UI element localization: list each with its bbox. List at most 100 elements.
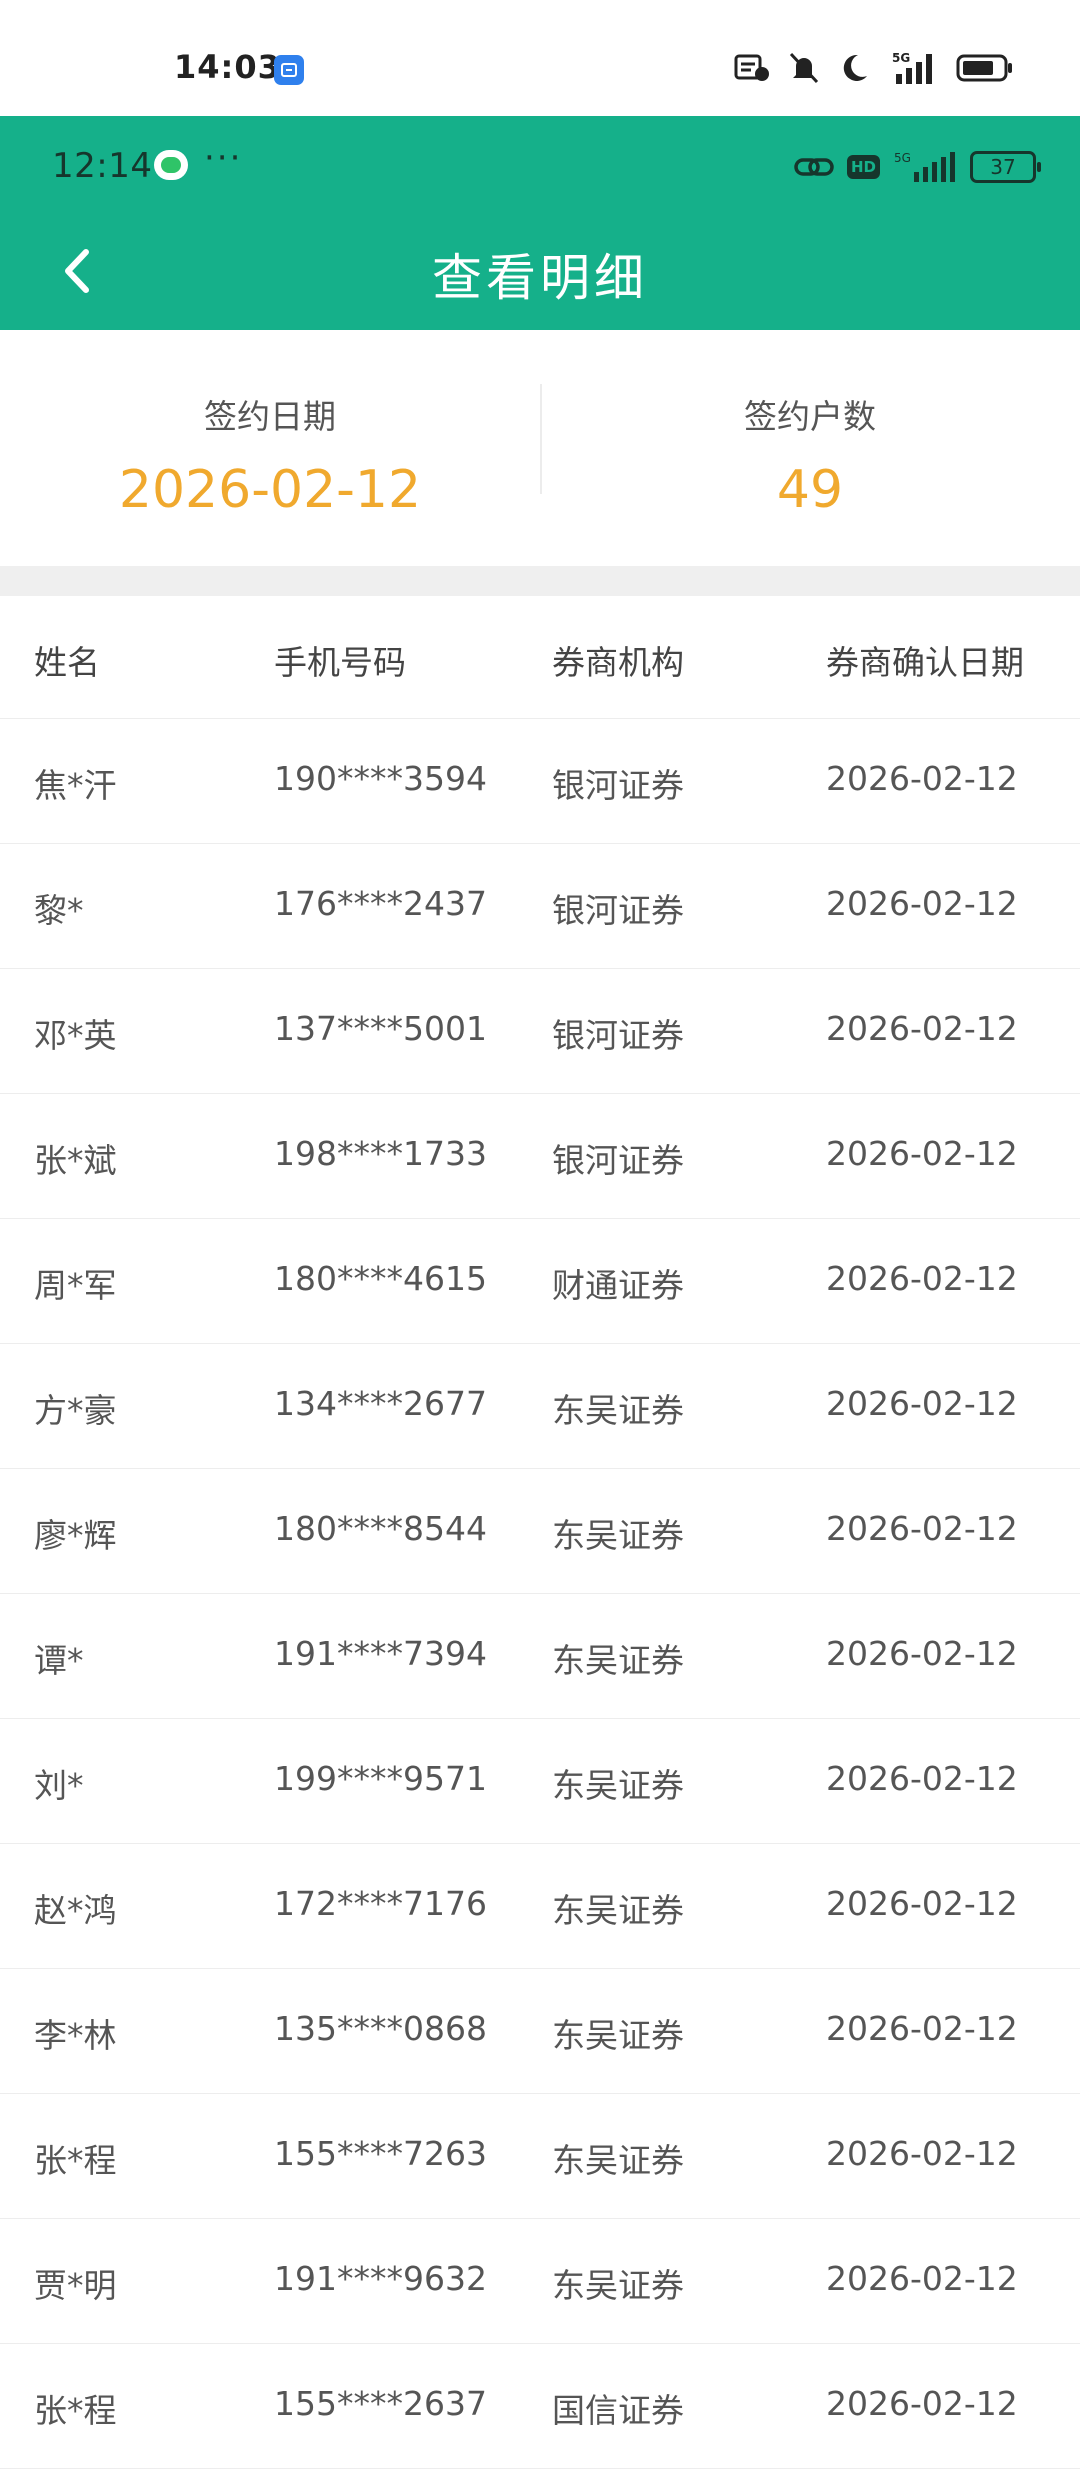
table-row[interactable]: 方*豪 134****2677 东吴证券 2026-02-12 — [0, 1344, 1080, 1469]
cell-confirm-date: 2026-02-12 — [826, 2259, 1018, 2298]
cell-phone: 176****2437 — [274, 884, 487, 923]
cell-broker: 银河证券 — [552, 891, 684, 930]
table-header-row: 姓名 手机号码 券商机构 券商确认日期 — [0, 596, 1080, 719]
table-row[interactable]: 李*林 135****0868 东吴证券 2026-02-12 — [0, 1969, 1080, 2094]
outer-status-time: 14:03 — [174, 48, 281, 86]
sign-count-value: 49 — [776, 460, 844, 520]
cell-phone: 190****3594 — [274, 759, 487, 798]
outer-status-icons: 5G — [734, 50, 1014, 86]
cell-broker: 东吴证券 — [552, 2141, 684, 2180]
cell-phone: 155****2637 — [274, 2384, 487, 2423]
outer-status-bar: 14:03 5G — [0, 0, 1080, 116]
column-header-phone: 手机号码 — [274, 643, 406, 682]
cell-name: 黎* — [34, 891, 84, 930]
cell-broker: 东吴证券 — [552, 1641, 684, 1680]
table-row[interactable]: 贾*明 191****9632 东吴证券 2026-02-12 — [0, 2219, 1080, 2344]
table-row[interactable]: 廖*辉 180****8544 东吴证券 2026-02-12 — [0, 1469, 1080, 1594]
cell-name: 廖*辉 — [34, 1516, 117, 1555]
cell-confirm-date: 2026-02-12 — [826, 1759, 1018, 1798]
section-divider — [0, 566, 1080, 596]
table-row[interactable]: 谭* 191****7394 东吴证券 2026-02-12 — [0, 1594, 1080, 1719]
table-row[interactable]: 焦*汗 190****3594 银河证券 2026-02-12 — [0, 719, 1080, 844]
column-header-broker: 券商机构 — [552, 643, 684, 682]
cell-phone: 135****0868 — [274, 2009, 487, 2048]
cell-name: 谭* — [34, 1641, 84, 1680]
table-row[interactable]: 刘* 199****9571 东吴证券 2026-02-12 — [0, 1719, 1080, 1844]
cell-confirm-date: 2026-02-12 — [826, 2009, 1018, 2048]
cell-name: 张*程 — [34, 2141, 117, 2180]
cell-broker: 东吴证券 — [552, 1766, 684, 1805]
app-header: 12:14 ··· HD 5G 37 查看明细 — [0, 116, 1080, 330]
cell-confirm-date: 2026-02-12 — [826, 1009, 1018, 1048]
battery-level-icon: 37 — [970, 151, 1041, 183]
summary-panel: 签约日期 2026-02-12 签约户数 49 — [0, 330, 1080, 566]
cell-confirm-date: 2026-02-12 — [826, 1509, 1018, 1548]
table-row[interactable]: 张*斌 198****1733 银河证券 2026-02-12 — [0, 1094, 1080, 1219]
page-title: 查看明细 — [432, 249, 648, 307]
cell-name: 焦*汗 — [34, 766, 117, 805]
link-icon — [794, 158, 834, 176]
svg-text:5G: 5G — [892, 51, 910, 65]
inner-status-icons: HD 5G 37 — [793, 150, 1041, 184]
cell-phone: 198****1733 — [274, 1134, 487, 1173]
cell-phone: 199****9571 — [274, 1759, 487, 1798]
cell-confirm-date: 2026-02-12 — [826, 1884, 1018, 1923]
table-row[interactable]: 赵*鸿 172****7176 东吴证券 2026-02-12 — [0, 1844, 1080, 1969]
sign-count-label: 签约户数 — [744, 397, 876, 436]
signal-5g-icon: 5G — [892, 51, 932, 84]
cell-phone: 172****7176 — [274, 1884, 487, 1923]
cell-phone: 180****4615 — [274, 1259, 487, 1298]
cell-name: 邓*英 — [34, 1016, 117, 1055]
cell-name: 贾*明 — [34, 2266, 117, 2305]
signal-icon: 5G — [894, 151, 955, 182]
column-header-confirm-date: 券商确认日期 — [826, 643, 1024, 682]
cell-phone: 191****9632 — [274, 2259, 487, 2298]
table-row[interactable]: 张*程 155****7263 东吴证券 2026-02-12 — [0, 2094, 1080, 2219]
sign-date-label: 签约日期 — [204, 397, 336, 436]
wechat-icon — [154, 150, 188, 180]
mute-bell-icon — [789, 52, 819, 84]
cell-phone: 180****8544 — [274, 1509, 487, 1548]
cell-name: 李*林 — [34, 2016, 117, 2055]
table-body: 焦*汗 190****3594 银河证券 2026-02-12 黎* 176****243… — [0, 719, 1080, 2469]
moon-icon — [843, 54, 867, 81]
cell-name: 刘* — [34, 1766, 84, 1805]
cell-confirm-date: 2026-02-12 — [826, 1134, 1018, 1173]
inner-status-bar: 12:14 ··· HD 5G 37 — [0, 116, 1080, 212]
table-row[interactable]: 黎* 176****2437 银河证券 2026-02-12 — [0, 844, 1080, 969]
cell-confirm-date: 2026-02-12 — [826, 2134, 1018, 2173]
cell-phone: 134****2677 — [274, 1384, 487, 1423]
cell-confirm-date: 2026-02-12 — [826, 2384, 1018, 2423]
cell-phone: 155****7263 — [274, 2134, 487, 2173]
column-header-name: 姓名 — [34, 643, 100, 682]
cell-broker: 东吴证券 — [552, 2016, 684, 2055]
cell-confirm-date: 2026-02-12 — [826, 1259, 1018, 1298]
more-notifications-icon: ··· — [204, 138, 243, 178]
detail-table: 姓名 手机号码 券商机构 券商确认日期 焦*汗 190****3594 银河证券 20… — [0, 596, 1080, 2469]
table-row[interactable]: 邓*英 137****5001 银河证券 2026-02-12 — [0, 969, 1080, 1094]
cell-broker: 东吴证券 — [552, 1391, 684, 1430]
notification-icon — [734, 54, 769, 81]
table-row[interactable]: 张*程 155****2637 国信证券 2026-02-12 — [0, 2344, 1080, 2469]
svg-text:5G: 5G — [894, 151, 911, 165]
nav-bar: 查看明细 — [0, 212, 1080, 330]
cell-confirm-date: 2026-02-12 — [826, 1384, 1018, 1423]
table-row[interactable]: 周*军 180****4615 财通证券 2026-02-12 — [0, 1219, 1080, 1344]
sign-date-value: 2026-02-12 — [118, 460, 422, 520]
cell-phone: 191****7394 — [274, 1634, 487, 1673]
cell-name: 张*斌 — [34, 1141, 117, 1180]
cell-name: 周*军 — [34, 1266, 117, 1305]
inner-status-time: 12:14 — [52, 146, 153, 186]
cell-confirm-date: 2026-02-12 — [826, 1634, 1018, 1673]
cell-broker: 东吴证券 — [552, 1516, 684, 1555]
cell-name: 赵*鸿 — [34, 1891, 117, 1930]
cell-name: 张*程 — [34, 2391, 117, 2430]
cell-broker: 财通证券 — [552, 1266, 684, 1305]
cell-broker: 东吴证券 — [552, 1891, 684, 1930]
hd-icon: HD — [846, 155, 880, 179]
sign-count-summary: 签约户数 49 — [540, 330, 1080, 566]
cell-broker: 银河证券 — [552, 1141, 684, 1180]
app-notification-icon — [274, 55, 304, 85]
cell-name: 方*豪 — [34, 1391, 117, 1430]
cell-confirm-date: 2026-02-12 — [826, 759, 1018, 798]
